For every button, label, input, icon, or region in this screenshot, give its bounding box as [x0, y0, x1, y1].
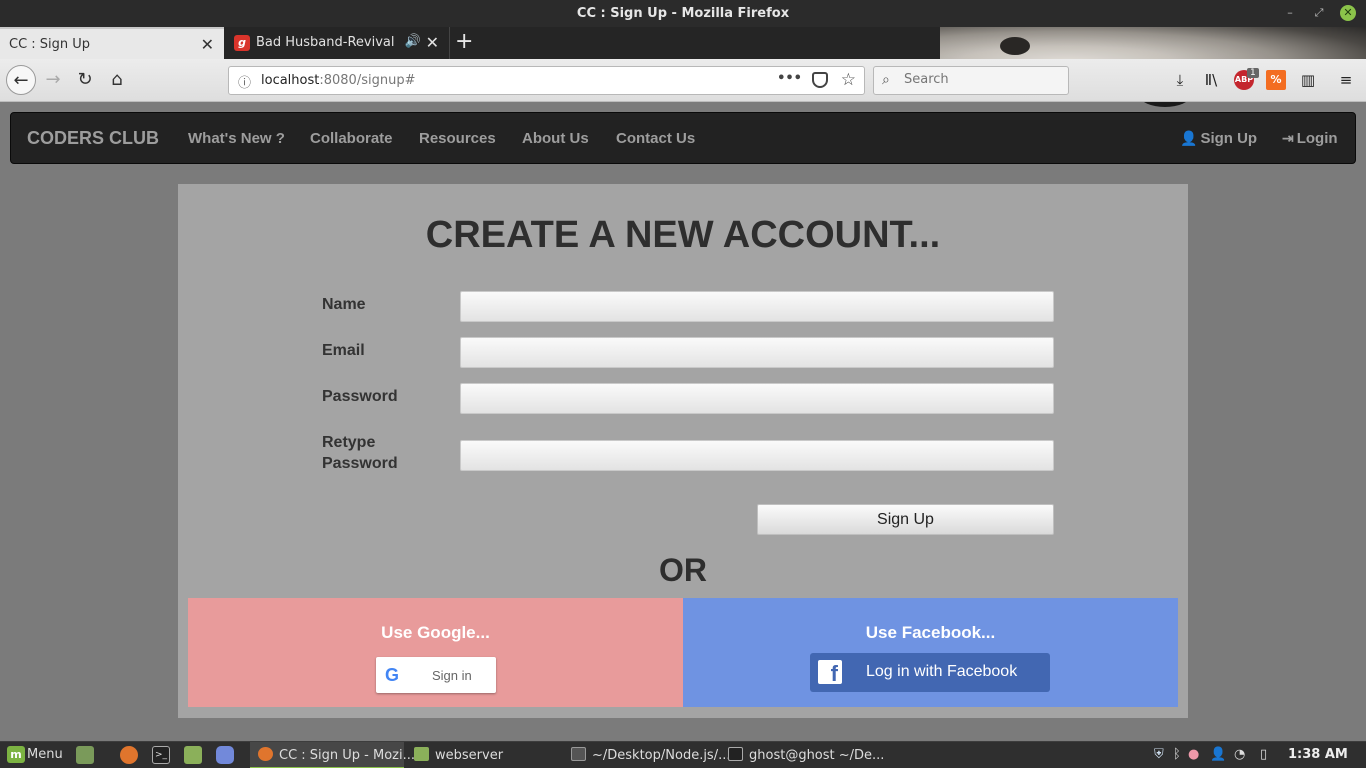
task-webserver[interactable]: webserver: [406, 742, 509, 768]
speaker-icon[interactable]: 🔊: [405, 34, 421, 49]
name-label: Name: [322, 296, 366, 313]
hamburger-menu-icon[interactable]: ≡: [1336, 70, 1356, 90]
search-input[interactable]: [904, 72, 1054, 87]
facebook-login-panel: Use Facebook... f Log in with Facebook: [683, 598, 1178, 707]
name-field[interactable]: [460, 291, 1054, 322]
site-navbar: CODERS CLUB What's New ? Collaborate Res…: [10, 112, 1356, 164]
user-tray-icon[interactable]: 👤: [1210, 747, 1226, 762]
browser-navbar: ← → ↻ ⌂ ⓘ localhost:8080/signup# ••• ☆ ⌕…: [0, 59, 1366, 102]
page-title: CREATE A NEW ACCOUNT...: [425, 214, 941, 256]
password-field[interactable]: [460, 383, 1054, 414]
library-icon[interactable]: Ⅱ\: [1201, 70, 1221, 90]
tab-label: Bad Husband-Revival: [256, 35, 395, 50]
adblock-count-badge: 1: [1247, 68, 1259, 78]
firefox-launcher-icon[interactable]: [120, 746, 138, 764]
site-info-icon[interactable]: ⓘ: [238, 72, 251, 91]
sidebar-icon[interactable]: ▥: [1298, 70, 1318, 90]
nav-link-whats-new[interactable]: What's New ?: [188, 130, 285, 147]
back-arrow-icon[interactable]: ←: [6, 65, 36, 95]
show-desktop-icon[interactable]: [76, 746, 94, 764]
mint-logo-icon: m: [7, 746, 25, 763]
clock[interactable]: 1:38 AM: [1288, 747, 1348, 762]
gaana-favicon-icon: g: [234, 35, 250, 51]
shield-icon[interactable]: ⛨: [1154, 747, 1164, 762]
search-box[interactable]: ⌕: [873, 66, 1069, 95]
close-tab-icon[interactable]: ✕: [201, 35, 214, 54]
signup-panel: CREATE A NEW ACCOUNT... Name Email Passw…: [178, 184, 1188, 718]
nav-login-link[interactable]: ⇥ Login: [1282, 130, 1338, 147]
signup-submit-button[interactable]: Sign Up: [757, 504, 1054, 535]
folder-icon: [414, 747, 429, 761]
email-label: Email: [322, 342, 365, 359]
battery-icon[interactable]: ▯: [1260, 747, 1267, 762]
minimize-icon[interactable]: –: [1282, 5, 1298, 21]
home-icon[interactable]: ⌂: [102, 65, 132, 95]
extension-icon[interactable]: %: [1266, 70, 1286, 90]
bookmark-star-icon[interactable]: ☆: [841, 70, 856, 90]
facebook-panel-title: Use Facebook...: [865, 623, 996, 642]
google-g-icon: G: [385, 665, 400, 685]
new-tab-plus-icon[interactable]: +: [455, 29, 473, 54]
or-divider: OR: [659, 552, 707, 588]
nav-link-about-us[interactable]: About Us: [522, 130, 589, 147]
google-signin-panel: Use Google... G Sign in: [188, 598, 683, 707]
maximize-icon[interactable]: ⤢: [1311, 5, 1327, 21]
start-menu-button[interactable]: m Menu: [7, 746, 63, 763]
url-bar[interactable]: ⓘ localhost:8080/signup# ••• ☆: [228, 66, 865, 95]
facebook-login-button[interactable]: f Log in with Facebook: [810, 653, 1050, 692]
pocket-icon[interactable]: [812, 72, 828, 88]
discord-launcher-icon[interactable]: [216, 746, 234, 764]
retype-password-label: Retype Password: [322, 434, 398, 472]
page-actions-icon[interactable]: •••: [777, 71, 802, 86]
tab-bad-husband[interactable]: g Bad Husband-Revival 🔊 ✕: [224, 27, 450, 59]
nav-signup-link[interactable]: 👤 Sign Up: [1180, 130, 1257, 147]
nav-link-collaborate[interactable]: Collaborate: [310, 130, 393, 147]
password-label: Password: [322, 388, 398, 405]
applet-icon[interactable]: ●: [1188, 747, 1199, 762]
window-titlebar: CC : Sign Up - Mozilla Firefox – ⤢ ✕: [0, 0, 1366, 27]
close-window-icon[interactable]: ✕: [1340, 5, 1356, 21]
task-firefox[interactable]: CC : Sign Up - Mozi...: [250, 742, 415, 768]
retype-password-field[interactable]: [460, 440, 1054, 471]
user-icon: 👤: [1180, 130, 1198, 146]
google-signin-button[interactable]: G Sign in: [376, 657, 496, 693]
login-icon: ⇥: [1282, 130, 1294, 146]
site-brand[interactable]: CODERS CLUB: [27, 128, 159, 149]
nav-link-resources[interactable]: Resources: [419, 130, 496, 147]
sublime-icon: [571, 747, 586, 761]
url-text[interactable]: localhost:8080/signup#: [261, 73, 415, 88]
terminal-launcher-icon[interactable]: >_: [152, 746, 170, 764]
task-sublime[interactable]: ~/Desktop/Node.js/...: [563, 742, 737, 768]
firefox-icon: [258, 747, 273, 761]
files-launcher-icon[interactable]: [184, 746, 202, 764]
search-icon: ⌕: [882, 72, 890, 88]
window-title: CC : Sign Up - Mozilla Firefox: [576, 6, 790, 21]
reload-icon[interactable]: ↻: [70, 65, 100, 95]
download-icon[interactable]: ⤓: [1170, 70, 1190, 90]
nav-link-contact-us[interactable]: Contact Us: [616, 130, 695, 147]
google-panel-title: Use Google...: [381, 623, 490, 642]
taskbar: m Menu >_ CC : Sign Up - Mozi... webserve…: [0, 741, 1366, 768]
email-field[interactable]: [460, 337, 1054, 368]
facebook-f-icon: f: [818, 660, 842, 684]
bluetooth-icon[interactable]: ᛒ: [1173, 747, 1181, 762]
close-tab-icon[interactable]: ✕: [426, 33, 439, 52]
forward-arrow-icon[interactable]: →: [38, 65, 68, 95]
wifi-icon[interactable]: ◔: [1234, 747, 1245, 762]
task-terminal[interactable]: ghost@ghost ~/De...: [720, 742, 890, 768]
terminal-icon: [728, 747, 743, 761]
tab-label: CC : Sign Up: [9, 37, 91, 52]
tab-signup[interactable]: CC : Sign Up ✕: [0, 27, 224, 59]
